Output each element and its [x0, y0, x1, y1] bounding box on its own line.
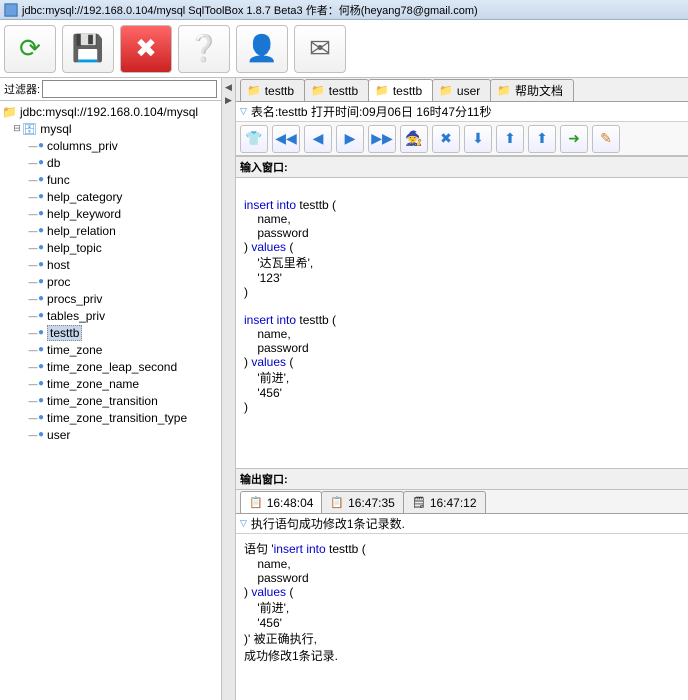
tab-testtb[interactable]: 📁testtb [368, 79, 433, 101]
refresh-button[interactable]: ⟳ [4, 25, 56, 73]
tree-item-func[interactable]: —●func [2, 171, 221, 188]
tab-帮助文档[interactable]: 📁帮助文档 [490, 79, 574, 101]
window-titlebar: jdbc:mysql://192.168.0.104/mysql SqlTool… [0, 0, 688, 20]
table-icon: 🗒 [412, 496, 426, 509]
out-tab-16:47:35[interactable]: 📋16:47:35 [321, 491, 403, 513]
tab-bar: 📁testtb📁testtb📁testtb📁user📁帮助文档 [236, 78, 688, 102]
save-button[interactable]: 💾 [62, 25, 114, 73]
expand-icon[interactable]: ▽ [240, 106, 247, 117]
sql-output-viewer: 语句 'insert into testtb ( name, password)… [236, 534, 688, 700]
tree-item-time_zone_name[interactable]: —●time_zone_name [2, 375, 221, 392]
tool-go-icon[interactable]: ➜ [560, 125, 588, 153]
out-tab-16:48:04[interactable]: 📋16:48:04 [240, 491, 322, 513]
exec-status-row: ▽ 执行语句成功修改1条记录数. [236, 514, 688, 534]
table-info-row: ▽ 表名:testtb 打开时间:09月06日 16时47分11秒 [236, 102, 688, 122]
main-toolbar: ⟳ 💾 ✖ ❔ 👤 ✉ [0, 20, 688, 78]
tree-item-help_category[interactable]: —●help_category [2, 188, 221, 205]
tool-home-icon[interactable]: ⬆ [528, 125, 556, 153]
tab-user[interactable]: 📁user [432, 79, 491, 101]
mail-button[interactable]: ✉ [294, 25, 346, 73]
tree-item-help_topic[interactable]: —●help_topic [2, 239, 221, 256]
tab-testtb[interactable]: 📁testtb [240, 79, 305, 101]
input-header: 输入窗口: [236, 156, 688, 178]
tree-db[interactable]: ⊟🗄mysql [2, 120, 221, 137]
tab-testtb[interactable]: 📁testtb [304, 79, 369, 101]
filter-input[interactable] [42, 80, 217, 98]
inner-toolbar: 👕 ◀◀ ◀ ▶ ▶▶ 🧙 ✖ ⬇ ⬆ ⬆ ➜ ✎ [236, 122, 688, 156]
db-tree[interactable]: 📁jdbc:mysql://192.168.0.104/mysql⊟🗄mysql… [0, 101, 221, 700]
tree-item-help_keyword[interactable]: —●help_keyword [2, 205, 221, 222]
table-icon: 📋 [249, 496, 263, 509]
tree-item-time_zone[interactable]: —●time_zone [2, 341, 221, 358]
tree-item-tables_priv[interactable]: —●tables_priv [2, 307, 221, 324]
main-panel: 📁testtb📁testtb📁testtb📁user📁帮助文档 ▽ 表名:tes… [236, 78, 688, 700]
tree-item-time_zone_transition[interactable]: —●time_zone_transition [2, 392, 221, 409]
folder-icon: 📁 [439, 84, 453, 97]
window-title: jdbc:mysql://192.168.0.104/mysql SqlTool… [22, 2, 478, 18]
folder-icon: 📁 [311, 84, 325, 97]
folder-icon: 📁 [375, 84, 389, 97]
tree-item-proc[interactable]: —●proc [2, 273, 221, 290]
output-header: 输出窗口: [236, 468, 688, 490]
folder-icon: 📁 [247, 84, 261, 97]
sidebar: 过滤器: 📁jdbc:mysql://192.168.0.104/mysql⊟🗄… [0, 78, 222, 700]
expand-right-icon[interactable]: ▶ [225, 95, 232, 106]
help-button[interactable]: ❔ [178, 25, 230, 73]
tool-ff-icon[interactable]: ▶▶ [368, 125, 396, 153]
tool-shirt-icon[interactable]: 👕 [240, 125, 268, 153]
out-tab-16:47:12[interactable]: 🗒16:47:12 [403, 491, 486, 513]
folder-icon: 📁 [497, 84, 511, 97]
tree-item-db[interactable]: —●db [2, 154, 221, 171]
close-button[interactable]: ✖ [120, 25, 172, 73]
tool-cancel-icon[interactable]: ✖ [432, 125, 460, 153]
tree-item-host[interactable]: —●host [2, 256, 221, 273]
tree-item-time_zone_transition_type[interactable]: —●time_zone_transition_type [2, 409, 221, 426]
tree-item-time_zone_leap_second[interactable]: —●time_zone_leap_second [2, 358, 221, 375]
tree-item-help_relation[interactable]: —●help_relation [2, 222, 221, 239]
sql-input-editor[interactable]: insert into testtb ( name, password) val… [236, 178, 688, 468]
table-icon: 📋 [330, 496, 344, 509]
exec-status-text: 执行语句成功修改1条记录数. [251, 515, 405, 532]
user-button[interactable]: 👤 [236, 25, 288, 73]
tree-root[interactable]: 📁jdbc:mysql://192.168.0.104/mysql [2, 103, 221, 120]
tool-back-icon[interactable]: ◀ [304, 125, 332, 153]
tool-wizard-icon[interactable]: 🧙 [400, 125, 428, 153]
tool-play-icon[interactable]: ▶ [336, 125, 364, 153]
tool-up-icon[interactable]: ⬆ [496, 125, 524, 153]
table-info-text: 表名:testtb 打开时间:09月06日 16时47分11秒 [251, 103, 492, 120]
collapse-left-icon[interactable]: ◀ [225, 82, 232, 93]
tree-item-columns_priv[interactable]: —●columns_priv [2, 137, 221, 154]
tool-down-icon[interactable]: ⬇ [464, 125, 492, 153]
splitter[interactable]: ◀ ▶ [222, 78, 236, 700]
tree-item-procs_priv[interactable]: —●procs_priv [2, 290, 221, 307]
tree-item-user[interactable]: —●user [2, 426, 221, 443]
app-icon [4, 3, 18, 17]
tree-item-testtb[interactable]: —●testtb [2, 324, 221, 341]
tool-edit-icon[interactable]: ✎ [592, 125, 620, 153]
tool-prev-icon[interactable]: ◀◀ [272, 125, 300, 153]
output-tabs: 📋16:48:04📋16:47:35🗒16:47:12 [236, 490, 688, 514]
filter-label: 过滤器: [4, 81, 40, 97]
expand-icon[interactable]: ▽ [240, 518, 247, 529]
